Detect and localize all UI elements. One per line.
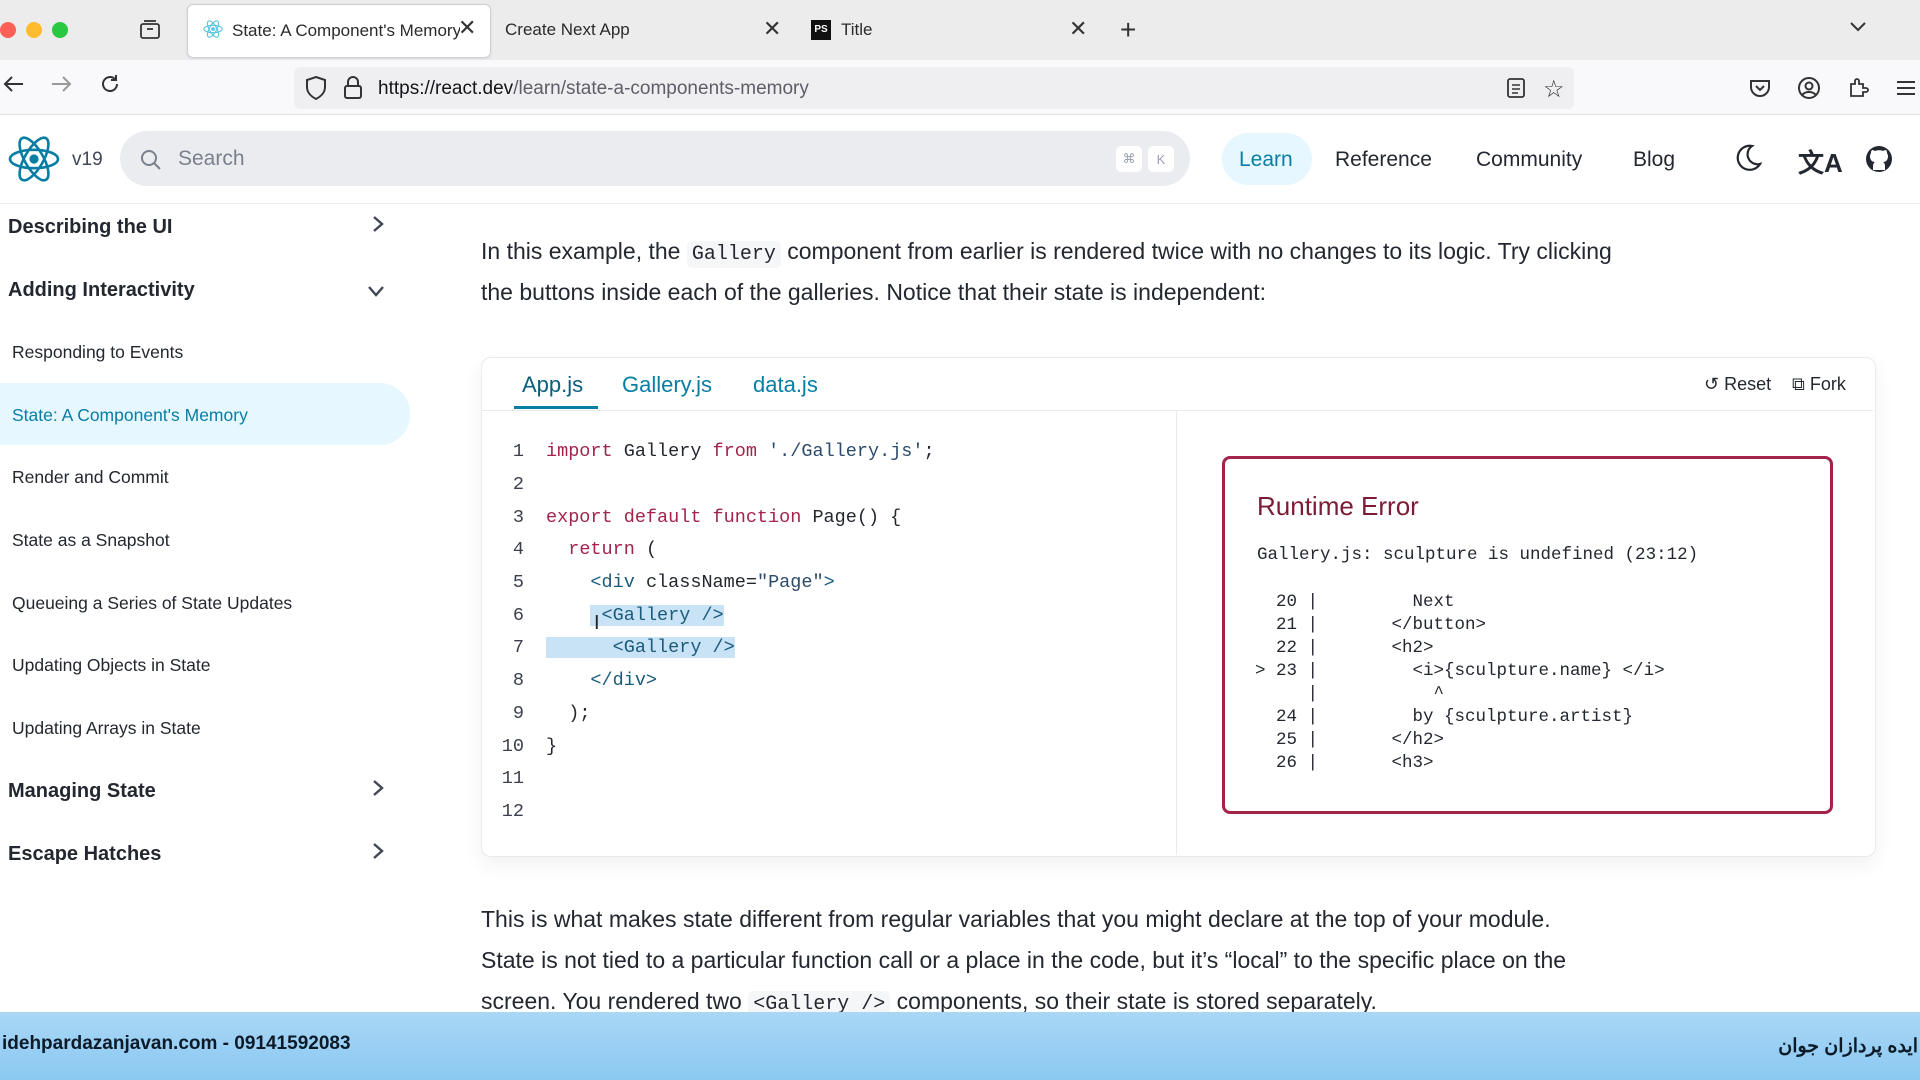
chevron-down-icon[interactable] xyxy=(366,282,386,305)
search-input[interactable] xyxy=(120,131,1190,186)
account-icon[interactable] xyxy=(1797,76,1821,105)
sidebar-item-state-snapshot[interactable]: State as a Snapshot xyxy=(12,530,170,551)
nav-learn[interactable]: Learn xyxy=(1239,148,1293,172)
sidebar-item-queueing-updates[interactable]: Queueing a Series of State Updates xyxy=(12,593,292,614)
error-source-line: 21 | </button> xyxy=(1255,615,1487,635)
selected-gallery-tag: <Gallery /> xyxy=(612,637,735,658)
banner-contact: idehpardazanjavan.com - 09141592083 xyxy=(2,1033,351,1054)
dark-mode-moon-icon[interactable] xyxy=(1733,143,1763,178)
github-icon[interactable] xyxy=(1864,144,1894,179)
language-translate-icon[interactable]: 文A xyxy=(1798,143,1843,180)
search-placeholder: Search xyxy=(178,147,245,170)
file-tab-gallery-js[interactable]: Gallery.js xyxy=(622,372,712,398)
tab-label: State: A Component's Memory - xyxy=(232,21,460,40)
version-label[interactable]: v19 xyxy=(72,149,103,171)
sidebar-item-render-and-commit[interactable]: Render and Commit xyxy=(12,467,169,488)
code-line: 7 <Gallery /> xyxy=(512,637,735,658)
sidebar-section-adding-interactivity[interactable]: Adding Interactivity xyxy=(8,279,195,302)
reset-button[interactable]: ↺ Reset xyxy=(1704,374,1771,395)
tab-title[interactable]: PS Title ✕ xyxy=(811,4,1101,56)
list-all-tabs-icon[interactable] xyxy=(1848,16,1868,41)
close-tab-icon[interactable]: ✕ xyxy=(763,16,781,42)
reader-view-icon[interactable] xyxy=(1505,77,1527,104)
error-caret-line: | ^ xyxy=(1255,684,1445,704)
nav-reference[interactable]: Reference xyxy=(1335,148,1432,172)
code-line: 12 xyxy=(501,801,524,822)
sidebar-item-updating-arrays[interactable]: Updating Arrays in State xyxy=(12,718,201,739)
runtime-error-message: Gallery.js: sculpture is undefined (23:1… xyxy=(1257,545,1699,565)
nav-community[interactable]: Community xyxy=(1476,148,1582,172)
code-line: 8 </div> xyxy=(512,670,658,691)
file-tab-app-js[interactable]: App.js xyxy=(522,372,583,398)
error-source-line: 24 | by {sculpture.artist} xyxy=(1255,707,1634,727)
runtime-error-title: Runtime Error xyxy=(1257,491,1419,521)
sandbox-divider xyxy=(1176,410,1177,855)
tab-react-state[interactable]: State: A Component's Memory - ✕ xyxy=(187,4,491,58)
error-source-line: 25 | </h2> xyxy=(1255,730,1445,750)
lock-icon[interactable] xyxy=(342,75,364,106)
intro-paragraph-line2: the buttons inside each of the galleries… xyxy=(481,279,1267,305)
reload-icon[interactable] xyxy=(98,72,122,103)
sidebar-section-managing-state[interactable]: Managing State xyxy=(8,780,156,803)
sidebar-section-escape-hatches[interactable]: Escape Hatches xyxy=(8,843,161,866)
sidebar-item-responding-to-events[interactable]: Responding to Events xyxy=(12,342,183,363)
maximize-window-button[interactable] xyxy=(52,22,68,38)
close-tab-icon[interactable]: ✕ xyxy=(1069,16,1087,42)
tab-overview-icon[interactable] xyxy=(138,18,162,42)
search-icon xyxy=(140,149,162,176)
chevron-right-icon[interactable] xyxy=(370,778,386,804)
react-logo-icon[interactable] xyxy=(6,131,62,192)
code-line: 4 return ( xyxy=(512,539,658,560)
nav-blog[interactable]: Blog xyxy=(1633,148,1675,172)
code-line: 1 import Gallery from './Gallery.js'; xyxy=(512,441,935,462)
tab-create-next-app[interactable]: Create Next App ✕ xyxy=(505,4,795,56)
chevron-right-icon[interactable] xyxy=(370,841,386,867)
back-icon[interactable] xyxy=(2,72,26,103)
code-line: 5 <div className="Page"> xyxy=(512,572,835,593)
selected-gallery-tag: <Gallery /> xyxy=(601,605,724,626)
new-tab-icon[interactable]: + xyxy=(1120,14,1136,46)
tracking-protection-shield-icon[interactable] xyxy=(304,75,328,106)
active-tab-underline xyxy=(514,406,598,409)
pocket-icon[interactable] xyxy=(1748,76,1772,105)
minimize-window-button[interactable] xyxy=(26,22,42,38)
error-source-line: 22 | <h2> xyxy=(1255,638,1434,658)
banner-brand: ایده پردازان جوان xyxy=(1778,1036,1918,1057)
tab-label: Title xyxy=(841,20,873,39)
outro-paragraph-line1: This is what makes state different from … xyxy=(481,906,1551,932)
file-tab-data-js[interactable]: data.js xyxy=(753,372,818,398)
error-source-line: 26 | <h3> xyxy=(1255,753,1434,773)
close-tab-icon[interactable]: ✕ xyxy=(458,15,476,41)
code-line: 9 ); xyxy=(512,703,591,724)
reset-icon: ↺ xyxy=(1704,374,1725,394)
phpstorm-favicon-icon: PS xyxy=(811,20,831,40)
outro-paragraph-line2: State is not tied to a particular functi… xyxy=(481,947,1567,973)
kbd-k: K xyxy=(1148,146,1174,172)
error-source-line: 20 | Next xyxy=(1255,592,1455,612)
fork-icon: ⧉ xyxy=(1792,374,1810,394)
forward-icon[interactable] xyxy=(49,72,73,103)
code-line: 3 export default function Page() { xyxy=(512,507,902,528)
bookmark-star-icon[interactable]: ☆ xyxy=(1543,75,1565,104)
kbd-cmd: ⌘ xyxy=(1116,146,1142,172)
sidebar-item-state-memory[interactable]: State: A Component's Memory xyxy=(12,405,248,426)
extensions-icon[interactable] xyxy=(1846,76,1870,105)
close-window-button[interactable] xyxy=(0,22,16,38)
app-menu-icon[interactable] xyxy=(1894,76,1918,105)
react-favicon-icon xyxy=(202,18,224,45)
sidebar-section-describing-ui[interactable]: Describing the UI xyxy=(8,216,172,239)
fork-button[interactable]: ⧉ Fork xyxy=(1792,374,1846,395)
error-source-line: > 23 | <i>{sculpture.name} </i> xyxy=(1255,661,1665,681)
sidebar-item-updating-objects[interactable]: Updating Objects in State xyxy=(12,655,210,676)
code-line: 11 xyxy=(501,768,524,789)
intro-paragraph-line1: In this example, the Gallery component f… xyxy=(481,238,1612,268)
url-text: https://react.dev/learn/state-a-componen… xyxy=(378,78,809,99)
code-line: 10} xyxy=(501,736,558,757)
tab-label: Create Next App xyxy=(505,20,630,39)
chevron-right-icon[interactable] xyxy=(370,214,386,240)
code-line: 2 xyxy=(512,474,524,495)
